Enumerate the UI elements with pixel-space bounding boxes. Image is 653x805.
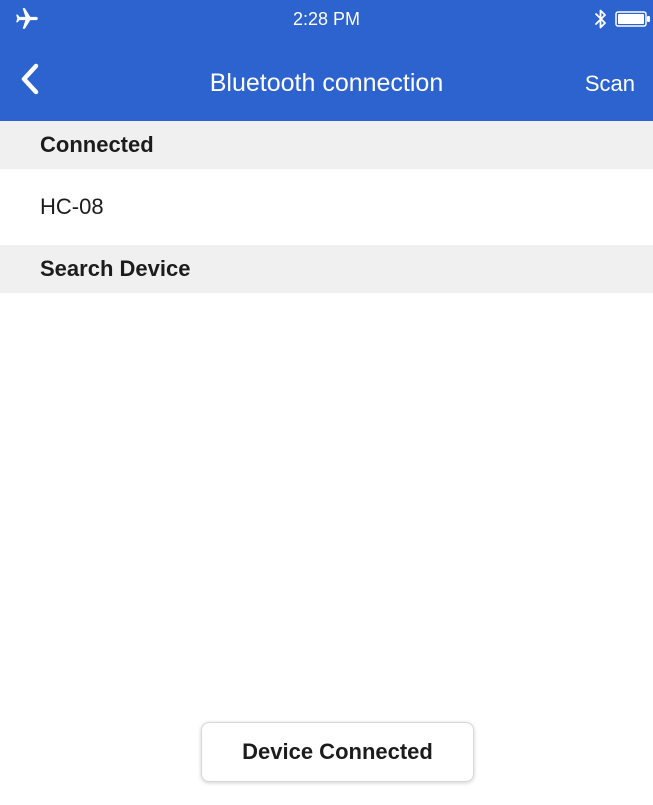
connected-section-header: Connected (0, 121, 653, 169)
scan-button[interactable]: Scan (585, 70, 635, 98)
connected-device-item[interactable]: HC-08 (0, 169, 653, 245)
navigation-bar: Bluetooth connection Scan (0, 40, 653, 121)
app-screen: 2:28 PM Bluetooth connection Scan Connec… (0, 0, 653, 805)
status-bar: 2:28 PM (0, 0, 653, 40)
battery-icon (615, 11, 651, 27)
bluetooth-icon (594, 8, 608, 30)
search-device-section-header: Search Device (0, 245, 653, 293)
status-time: 2:28 PM (292, 9, 361, 29)
status-toast: Device Connected (201, 722, 474, 782)
page-title: Bluetooth connection (209, 69, 444, 97)
